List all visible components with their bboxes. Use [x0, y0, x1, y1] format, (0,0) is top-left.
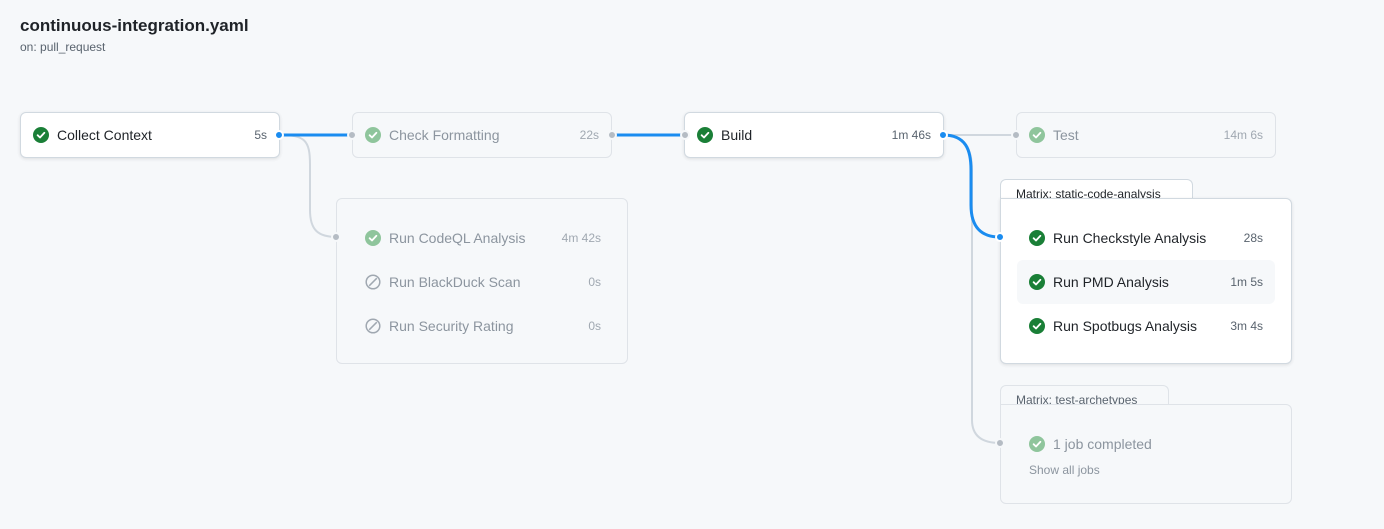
job-duration: 0s	[588, 319, 601, 333]
job-card-build[interactable]: Build 1m 46s	[684, 112, 944, 158]
job-name: Run PMD Analysis	[1053, 274, 1169, 290]
job-duration: 5s	[254, 128, 267, 142]
check-circle-icon	[365, 127, 381, 143]
job-blackduck[interactable]: Run BlackDuck Scan 0s	[353, 260, 613, 304]
check-circle-icon	[1029, 274, 1045, 290]
job-duration: 28s	[1243, 231, 1263, 245]
job-duration: 1m 5s	[1230, 275, 1263, 289]
job-duration: 3m 4s	[1230, 319, 1263, 333]
job-group-security: Run CodeQL Analysis 4m 42s Run BlackDuck…	[336, 198, 628, 364]
job-card-check-formatting[interactable]: Check Formatting 22s	[352, 112, 612, 158]
job-name: Collect Context	[57, 127, 152, 143]
job-archetypes-summary[interactable]: 1 job completed	[1017, 422, 1275, 466]
check-circle-icon	[365, 230, 381, 246]
job-codeql[interactable]: Run CodeQL Analysis 4m 42s	[353, 216, 613, 260]
check-circle-icon	[697, 127, 713, 143]
connector-dot	[938, 130, 948, 140]
check-circle-icon	[1029, 318, 1045, 334]
job-security-rating[interactable]: Run Security Rating 0s	[353, 304, 613, 348]
job-name: Run CodeQL Analysis	[389, 230, 526, 246]
job-name: Test	[1053, 127, 1079, 143]
connector-dot	[680, 130, 690, 140]
job-card-test[interactable]: Test 14m 6s	[1016, 112, 1276, 158]
job-name: Build	[721, 127, 753, 143]
check-circle-icon	[1029, 436, 1045, 452]
matrix-archetypes-group: 1 job completed Show all jobs	[1000, 404, 1292, 504]
job-duration: 14m 6s	[1223, 128, 1263, 142]
job-name: Run Spotbugs Analysis	[1053, 318, 1197, 334]
job-duration: 22s	[579, 128, 599, 142]
job-card-collect-context[interactable]: Collect Context 5s	[20, 112, 280, 158]
connector-dot	[995, 438, 1005, 448]
job-checkstyle[interactable]: Run Checkstyle Analysis 28s	[1017, 216, 1275, 260]
job-name: Run BlackDuck Scan	[389, 274, 521, 290]
job-duration: 1m 46s	[891, 128, 931, 142]
check-circle-icon	[1029, 127, 1045, 143]
job-test[interactable]: Test 14m 6s	[1017, 113, 1275, 157]
job-duration: 4m 42s	[561, 231, 601, 245]
skipped-icon	[365, 274, 381, 290]
connector-dot	[995, 232, 1005, 242]
job-spotbugs[interactable]: Run Spotbugs Analysis 3m 4s	[1017, 304, 1275, 348]
job-pmd[interactable]: Run PMD Analysis 1m 5s	[1017, 260, 1275, 304]
check-circle-icon	[1029, 230, 1045, 246]
skipped-icon	[365, 318, 381, 334]
job-name: Run Security Rating	[389, 318, 514, 334]
connector-context-to-security	[278, 134, 338, 238]
job-name: Run Checkstyle Analysis	[1053, 230, 1207, 246]
matrix-static-group: Run Checkstyle Analysis 28s Run PMD Anal…	[1000, 198, 1292, 364]
show-all-jobs-link[interactable]: Show all jobs	[1029, 463, 1100, 477]
connector-dot	[1011, 130, 1021, 140]
job-check-formatting[interactable]: Check Formatting 22s	[353, 113, 611, 157]
connector-dot	[331, 232, 341, 242]
job-name: 1 job completed	[1053, 436, 1152, 452]
job-collect-context[interactable]: Collect Context 5s	[21, 113, 279, 157]
job-duration: 0s	[588, 275, 601, 289]
job-name: Check Formatting	[389, 127, 500, 143]
connector-dot	[607, 130, 617, 140]
connector-dot	[347, 130, 357, 140]
connector-dot	[274, 130, 284, 140]
check-circle-icon	[33, 127, 49, 143]
job-build[interactable]: Build 1m 46s	[685, 113, 943, 157]
